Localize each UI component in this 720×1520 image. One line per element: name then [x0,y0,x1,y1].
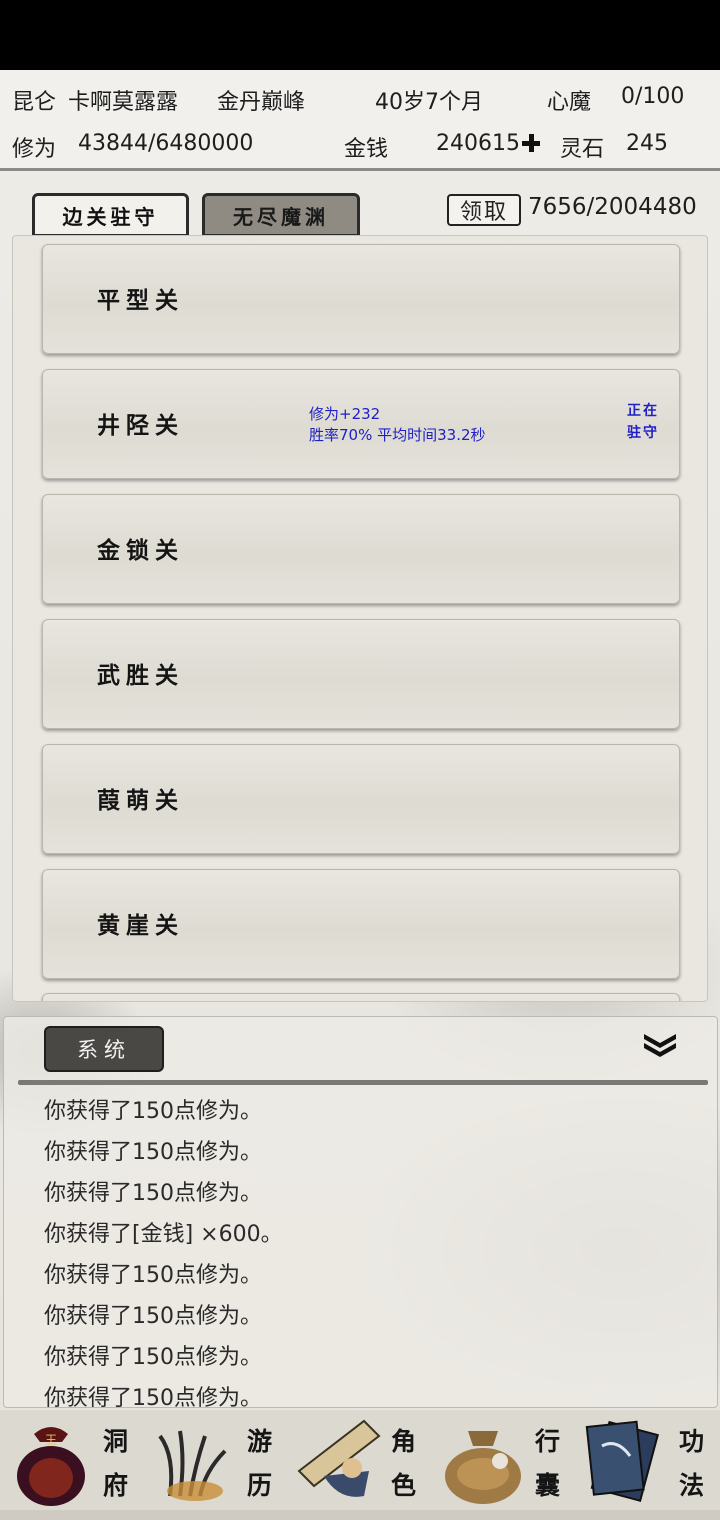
heart-demon-label: 心魔 [547,90,592,115]
log-line: 你获得了150点修为。 [44,1181,262,1206]
log-line: 你获得了150点修为。 [44,1140,262,1165]
cave-pouch-icon: 王 [17,1427,85,1506]
player-name: 卡啊莫露露 [68,90,179,115]
nav-travel-label-2: 历 [247,1471,273,1500]
collapse-chevron-icon[interactable] [642,1031,678,1059]
age-label: 40岁7个月 [375,90,483,115]
nav-inventory-label-2: 囊 [535,1471,561,1500]
pass-name: 黄崖关 [97,912,184,939]
log-divider [18,1080,708,1085]
pass-name: 井陉关 [97,412,184,439]
money-value-group: 240615 [436,131,542,156]
pass-name: 金锁关 [97,537,184,564]
pass-card-wusheng[interactable]: 武胜关 [42,619,680,729]
pass-name: 平型关 [97,287,184,314]
bottom-strip [0,1510,720,1520]
nav-cave[interactable]: 王 洞 府 [0,1410,144,1510]
log-line: 你获得了150点修为。 [44,1386,262,1408]
nav-character-label-1: 角 [391,1427,417,1456]
nav-inventory[interactable]: 行 囊 [432,1410,576,1510]
nav-travel[interactable]: 游 历 [144,1410,288,1510]
guarding-status: 正在 驻守 [621,400,665,444]
bag-icon [445,1431,521,1504]
log-lines: 你获得了150点修为。 你获得了150点修为。 你获得了150点修为。 你获得了… [44,1091,283,1408]
header-divider [0,168,720,171]
cultivation-label: 修为 [12,137,57,162]
cultivation-value: 43844/6480000 [78,131,254,156]
nav-skills[interactable]: 功 法 [576,1410,720,1510]
svg-text:王: 王 [45,1433,57,1447]
pass-card-jingxing[interactable]: 井陉关 修为+232 胜率70% 平均时间33.2秒 正在 驻守 [42,369,680,479]
book-icon [585,1420,659,1502]
pass-stats: 修为+232 胜率70% 平均时间33.2秒 [309,404,486,446]
straw-hat-icon [297,1419,381,1497]
pass-card-jinsuo[interactable]: 金锁关 [42,494,680,604]
bottom-nav: 王 洞 府 游 历 角 色 行 囊 功 法 [0,1410,720,1510]
pass-cultivation-gain: 修为+232 [309,405,381,423]
tab-system[interactable]: 系统 [44,1026,164,1072]
heart-demon-value: 0/100 [621,84,685,109]
grass-icon [158,1430,227,1501]
pass-card-pingxing[interactable]: 平型关 [42,244,680,354]
log-line: 你获得了150点修为。 [44,1099,262,1124]
nav-cave-label-2: 府 [103,1471,129,1500]
nav-skills-label-2: 法 [679,1471,705,1500]
nav-cave-label-1: 洞 [103,1427,129,1456]
pass-name: 武胜关 [97,662,184,689]
log-line: 你获得了150点修为。 [44,1263,262,1288]
nav-character-label-2: 色 [391,1471,417,1500]
pass-card-jiameng[interactable]: 葭萌关 [42,744,680,854]
log-line: 你获得了[金钱] ×600。 [44,1222,283,1247]
claim-progress: 7656/2004480 [528,194,697,220]
add-money-icon[interactable] [521,134,540,152]
tab-endless-abyss[interactable]: 无尽魔渊 [202,193,360,237]
money-value: 240615 [436,131,520,156]
spirit-stone-label: 灵石 [560,137,605,162]
location-label: 昆仑 [12,90,57,115]
pass-card-partial[interactable] [42,993,680,1001]
guarding-status-line1: 正在 [627,403,659,419]
system-log-panel[interactable]: 系统 你获得了150点修为。 你获得了150点修为。 你获得了150点修为。 你… [3,1016,718,1408]
claim-button[interactable]: 领取 [447,194,521,226]
nav-travel-label-1: 游 [247,1427,273,1456]
nav-character[interactable]: 角 色 [288,1410,432,1510]
nav-inventory-label-1: 行 [535,1427,561,1456]
log-line: 你获得了150点修为。 [44,1304,262,1329]
log-line: 你获得了150点修为。 [44,1345,262,1370]
realm-label: 金丹巅峰 [217,90,306,115]
pass-win-rate: 胜率70% 平均时间33.2秒 [309,426,486,444]
guarding-status-line2: 驻守 [627,425,659,441]
pass-card-huangya[interactable]: 黄崖关 [42,869,680,979]
money-label: 金钱 [344,137,389,162]
pass-list[interactable]: 平型关 井陉关 修为+232 胜率70% 平均时间33.2秒 正在 驻守 金锁关… [12,235,708,1002]
status-bar [0,0,720,70]
spirit-stone-value: 245 [626,131,668,156]
tab-border-guard[interactable]: 边关驻守 [32,193,189,237]
pass-name: 葭萌关 [97,787,184,814]
player-header: 昆仑 卡啊莫露露 金丹巅峰 40岁7个月 心魔 0/100 修为 43844/6… [0,70,720,170]
nav-skills-label-1: 功 [679,1427,705,1456]
